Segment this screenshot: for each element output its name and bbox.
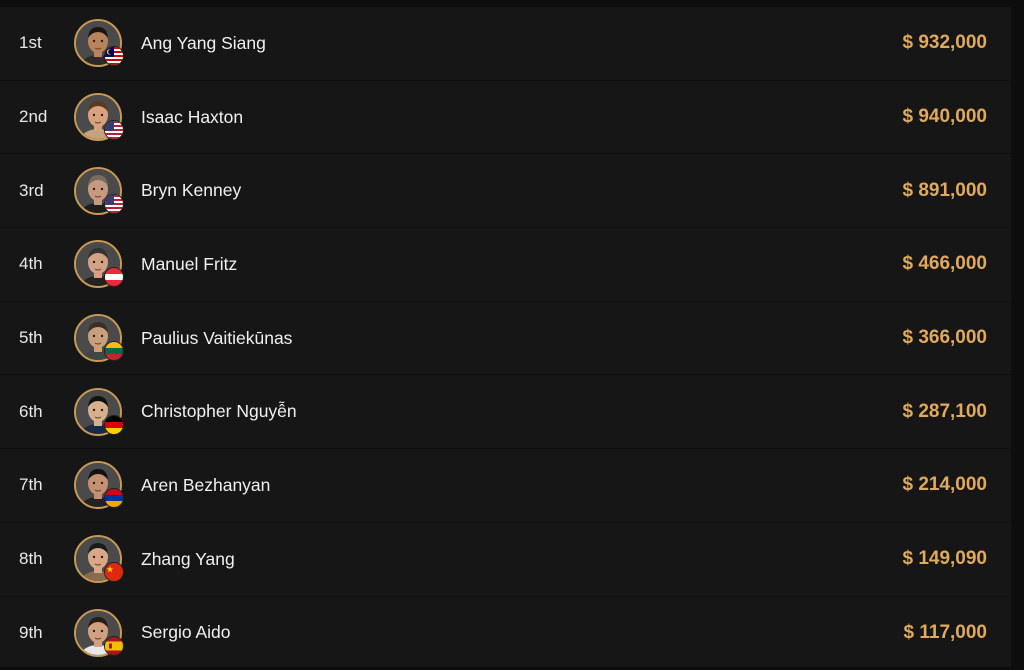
player-avatar[interactable] — [74, 388, 122, 436]
leaderboard-row[interactable]: 9th Sergio Aido $ 117,000 — [0, 597, 1011, 670]
player-name[interactable]: Aren Bezhanyan — [141, 475, 270, 496]
rank-label: 2nd — [19, 107, 47, 127]
prize-amount: $ 940,000 — [902, 106, 987, 128]
player-avatar[interactable] — [74, 609, 122, 657]
rank-label: 9th — [19, 623, 43, 643]
rank-label: 3rd — [19, 181, 44, 201]
leaderboard-row[interactable]: 6th Christopher Nguyễn $ 287,100 — [0, 375, 1011, 449]
malaysia-flag-icon — [104, 46, 124, 66]
prize-amount: $ 149,090 — [902, 548, 987, 570]
player-avatar[interactable] — [74, 314, 122, 362]
prize-amount: $ 214,000 — [902, 474, 987, 496]
player-name[interactable]: Bryn Kenney — [141, 180, 241, 201]
player-name[interactable]: Manuel Fritz — [141, 254, 237, 275]
player-avatar[interactable] — [74, 93, 122, 141]
leaderboard-row[interactable]: 4th Manuel Fritz $ 466,000 — [0, 228, 1011, 302]
china-flag-icon — [104, 562, 124, 582]
player-avatar[interactable] — [74, 19, 122, 67]
prize-amount: $ 932,000 — [902, 32, 987, 54]
germany-flag-icon — [104, 415, 124, 435]
leaderboard-row[interactable]: 5th Paulius Vaitiekūnas $ 366,000 — [0, 302, 1011, 376]
austria-flag-icon — [104, 267, 124, 287]
usa-flag-icon — [104, 120, 124, 140]
player-name[interactable]: Sergio Aido — [141, 622, 231, 643]
prize-amount: $ 117,000 — [904, 622, 987, 644]
prize-amount: $ 891,000 — [902, 180, 987, 202]
leaderboard: 1st Ang Yang Siang $ 932,000 2nd Isaac Haxto… — [0, 7, 1011, 667]
leaderboard-row[interactable]: 7th Aren Bezhanyan $ 214,000 — [0, 449, 1011, 523]
lithuania-flag-icon — [104, 341, 124, 361]
leaderboard-row[interactable]: 1st Ang Yang Siang $ 932,000 — [0, 7, 1011, 81]
rank-label: 1st — [19, 33, 42, 53]
armenia-flag-icon — [104, 488, 124, 508]
player-avatar[interactable] — [74, 167, 122, 215]
leaderboard-row[interactable]: 3rd Bryn Kenney $ 891,000 — [0, 154, 1011, 228]
player-avatar[interactable] — [74, 461, 122, 509]
rank-label: 5th — [19, 328, 43, 348]
usa-flag-icon — [104, 194, 124, 214]
prize-amount: $ 287,100 — [902, 401, 987, 423]
player-name[interactable]: Isaac Haxton — [141, 107, 243, 128]
player-name[interactable]: Christopher Nguyễn — [141, 401, 297, 422]
rank-label: 7th — [19, 475, 43, 495]
player-name[interactable]: Ang Yang Siang — [141, 33, 266, 54]
spain-flag-icon — [104, 636, 124, 656]
rank-label: 8th — [19, 549, 43, 569]
player-name[interactable]: Zhang Yang — [141, 549, 235, 570]
leaderboard-row[interactable]: 2nd Isaac Haxton $ 940,000 — [0, 81, 1011, 155]
player-name[interactable]: Paulius Vaitiekūnas — [141, 328, 292, 349]
rank-label: 4th — [19, 254, 43, 274]
prize-amount: $ 366,000 — [902, 327, 987, 349]
player-avatar[interactable] — [74, 240, 122, 288]
leaderboard-row[interactable]: 8th Zhang Yang $ 149,090 — [0, 523, 1011, 597]
rank-label: 6th — [19, 402, 43, 422]
prize-amount: $ 466,000 — [902, 253, 987, 275]
player-avatar[interactable] — [74, 535, 122, 583]
